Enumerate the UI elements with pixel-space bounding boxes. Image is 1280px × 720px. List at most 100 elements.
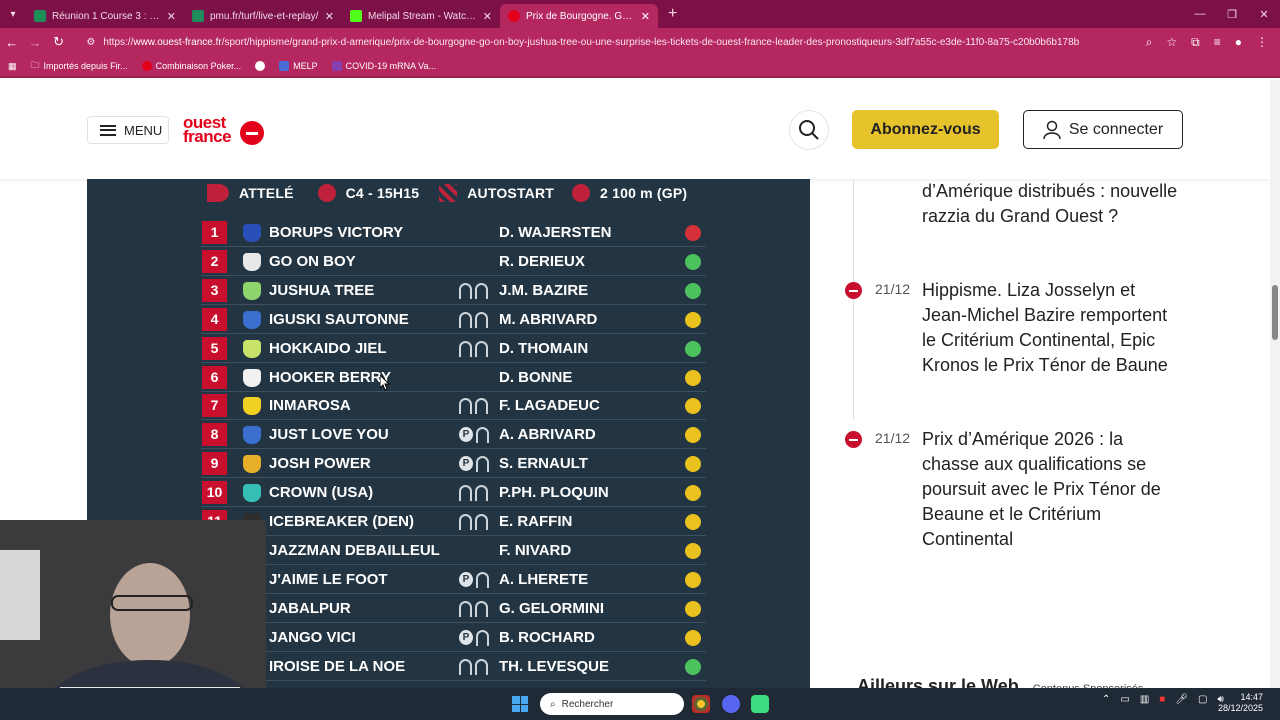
bookmark-item[interactable]: Combinaison Poker... [141, 61, 241, 71]
app-icon[interactable] [751, 695, 769, 713]
shoes-icons [459, 340, 488, 357]
subscribe-button[interactable]: Abonnez-vous [852, 110, 999, 149]
tab-search-icon[interactable]: ▾ [0, 0, 26, 28]
folder-icon: 🗀 [30, 60, 40, 70]
tab-1[interactable]: Réunion 1 Course 3 : partants, p ✕ [26, 4, 184, 28]
mood-icon [685, 398, 701, 415]
jockey-name: D. THOMAIN [499, 339, 589, 357]
tab-title: pmu.fr/turf/live-et-replay/ [210, 10, 319, 22]
runner-name: GO ON BOY [269, 252, 356, 270]
search-button[interactable] [789, 110, 829, 150]
scrollbar-thumb[interactable] [1272, 285, 1278, 340]
reload-icon[interactable]: ↻ [47, 34, 70, 50]
bookmark-favicon [331, 61, 342, 71]
mood-icon [685, 253, 701, 270]
network-icon[interactable]: ▢ [1198, 694, 1207, 705]
restore-icon[interactable]: ❐ [1216, 8, 1248, 21]
tab-2[interactable]: pmu.fr/turf/live-et-replay/ ✕ [184, 4, 342, 28]
news-title[interactable]: Hippisme. Liza Josselyn et Jean-Michel B… [922, 278, 1180, 378]
logo-mark-icon [240, 121, 264, 145]
horseshoe-icon [459, 514, 472, 530]
mood-icon [685, 485, 701, 502]
bookmark-favicon [141, 61, 152, 71]
ouest-france-logo[interactable]: ouest france [183, 114, 267, 148]
runner-name: BORUPS VICTORY [269, 224, 404, 241]
close-icon[interactable]: ✕ [483, 10, 492, 23]
minimize-icon[interactable]: — [1184, 8, 1216, 21]
runner-name: JUSHUA TREE [269, 281, 375, 299]
close-icon[interactable]: ✕ [641, 10, 650, 23]
clock[interactable]: 14:47 28/12/2025 [1218, 692, 1263, 714]
mood-icon [685, 514, 701, 530]
url-field[interactable]: ⚙ https://www.ouest-france.fr/sport/hipp… [80, 31, 1145, 53]
url-text: https://www.ouest-france.fr/sport/hippis… [103, 36, 1080, 48]
chevron-up-icon[interactable]: ⌃ [1102, 694, 1110, 705]
start-flag-icon [439, 184, 458, 202]
silk-icon [243, 281, 261, 300]
discord-icon[interactable] [722, 695, 740, 713]
page-scrollbar[interactable] [1270, 80, 1280, 688]
bookmark-star-icon[interactable]: ☆ [1166, 35, 1177, 50]
github-icon [255, 61, 266, 71]
menu-button[interactable]: MENU [87, 116, 169, 144]
tab-title: Prix de Bourgogne. Go on Boy, [526, 10, 635, 22]
new-tab-icon[interactable]: + [658, 5, 687, 23]
tab-3[interactable]: Melipal Stream - Watch Live on ✕ [342, 4, 500, 28]
close-icon[interactable]: ✕ [325, 10, 334, 23]
runner-number: 10 [202, 481, 227, 505]
runner-name: JOSH POWER [269, 455, 371, 473]
tray-app-icon[interactable]: ▭ [1120, 694, 1129, 705]
close-window-icon[interactable]: ✕ [1248, 8, 1280, 21]
search-icon: ⌕ [550, 698, 556, 710]
runner-row: 5 HOKKAIDO JIEL D. THOMAIN [201, 335, 706, 363]
distance-icon [572, 184, 591, 202]
zoom-icon[interactable]: ⌕ [1146, 35, 1153, 50]
runner-row: 2 GO ON BOY R. DERIEUX [201, 248, 706, 276]
jockey-name: J.M. BAZIRE [499, 281, 589, 299]
news-title[interactable]: Prix d’Amérique 2026 : la chasse aux qua… [922, 427, 1180, 552]
login-button[interactable]: Se connecter [1023, 110, 1183, 149]
jockey-name: F. LAGADEUC [499, 397, 600, 415]
media-icon[interactable]: ≡ [1214, 35, 1221, 50]
runner-row: 7 INMAROSA F. LAGADEUC [201, 392, 706, 421]
jockey-name: R. DERIEUX [499, 252, 585, 270]
tray-app-icon[interactable]: ■ [1159, 694, 1165, 705]
profile-icon[interactable]: ● [1235, 35, 1242, 50]
bookmark-item[interactable]: COVID-19 mRNA Va... [331, 61, 436, 71]
back-icon[interactable]: ← [0, 35, 23, 50]
browser-tab-bar: ▾ Réunion 1 Course 3 : partants, p ✕ pmu.… [0, 0, 1280, 28]
more-icon[interactable]: ⋮ [1256, 35, 1268, 50]
runner-number: 7 [202, 394, 227, 418]
bookmark-item[interactable]: MELP [279, 61, 318, 71]
jockey-name: D. BONNE [499, 368, 573, 386]
bookmark-item[interactable] [255, 61, 266, 71]
site-info-icon[interactable]: ⚙ [86, 37, 95, 48]
forward-icon[interactable]: → [23, 35, 46, 50]
bookmark-folder[interactable]: 🗀 Importés depuis Fir... [31, 58, 128, 74]
news-title[interactable]: d’Amérique distribués : nouvelle razzia … [922, 179, 1180, 229]
extensions-icon[interactable]: ⧉ [1191, 35, 1200, 50]
apps-icon[interactable]: ▦ [8, 61, 17, 72]
plaques-icon: P [459, 629, 473, 645]
silk-icon [243, 426, 261, 445]
related-news: d’Amérique distribués : nouvelle razzia … [845, 179, 1185, 688]
shoes-icons: P [459, 629, 489, 646]
chrome-icon[interactable] [692, 695, 710, 713]
microphone-icon[interactable]: 🎤︎ [1175, 694, 1188, 705]
horseshoe-icon [459, 311, 472, 328]
jockey-name: A. LHERETE [499, 570, 589, 588]
news-date: 21/12 [875, 281, 911, 297]
horseshoe-icon [475, 600, 488, 617]
plaques-icon: P [459, 571, 473, 587]
tab-4-active[interactable]: Prix de Bourgogne. Go on Boy, ✕ [500, 4, 658, 28]
runner-row: 15JANGO VICIPB. ROCHARD [201, 624, 706, 652]
tray-app-icon[interactable]: ▥ [1140, 694, 1149, 705]
runner-name: JABALPUR [269, 599, 351, 617]
jockey-name: M. ABRIVARD [499, 310, 598, 328]
close-icon[interactable]: ✕ [167, 10, 176, 23]
runner-name: ICEBREAKER (DEN) [269, 513, 415, 530]
mood-icon [685, 571, 701, 588]
windows-start-icon[interactable] [512, 696, 528, 712]
taskbar-search-input[interactable]: ⌕ Rechercher [540, 693, 684, 715]
horseshoe-icon [475, 485, 488, 502]
